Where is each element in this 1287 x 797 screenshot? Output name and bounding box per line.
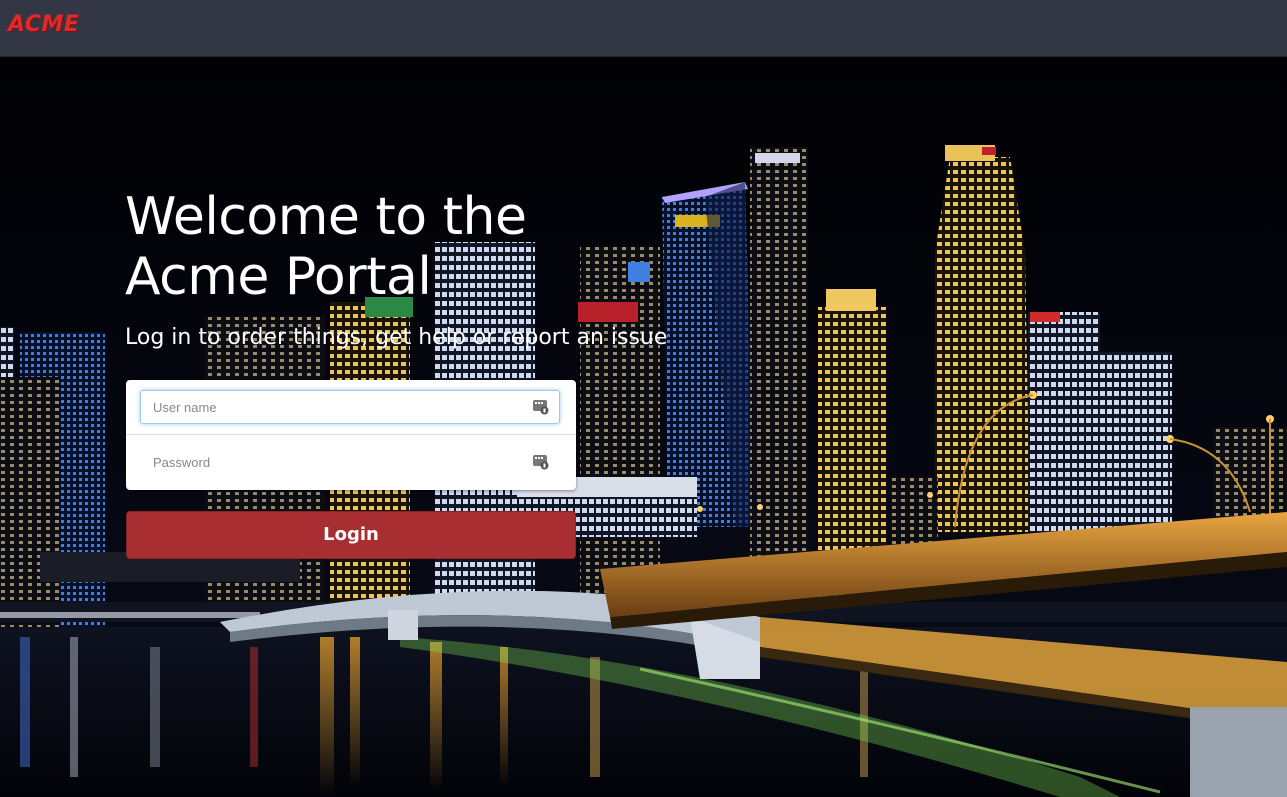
page-title: Welcome to the Acme Portal: [125, 187, 527, 307]
page-title-line-1: Welcome to the: [125, 187, 527, 247]
top-navigation-bar: ACME: [0, 0, 1287, 57]
username-input-box[interactable]: [140, 390, 560, 424]
page-subtitle: Log in to order things, get help or repo…: [125, 325, 668, 350]
acme-logo[interactable]: ACME: [8, 12, 79, 37]
password-manager-key-icon[interactable]: [533, 454, 549, 470]
page-title-line-2: Acme Portal: [125, 247, 432, 307]
password-field: [126, 435, 576, 490]
password-manager-key-icon[interactable]: [533, 399, 549, 415]
password-input-box[interactable]: [140, 445, 560, 479]
password-input[interactable]: [153, 452, 513, 472]
login-button[interactable]: Login: [126, 511, 576, 559]
username-field: [126, 380, 576, 435]
login-form: [126, 380, 576, 490]
username-input[interactable]: [153, 397, 513, 417]
